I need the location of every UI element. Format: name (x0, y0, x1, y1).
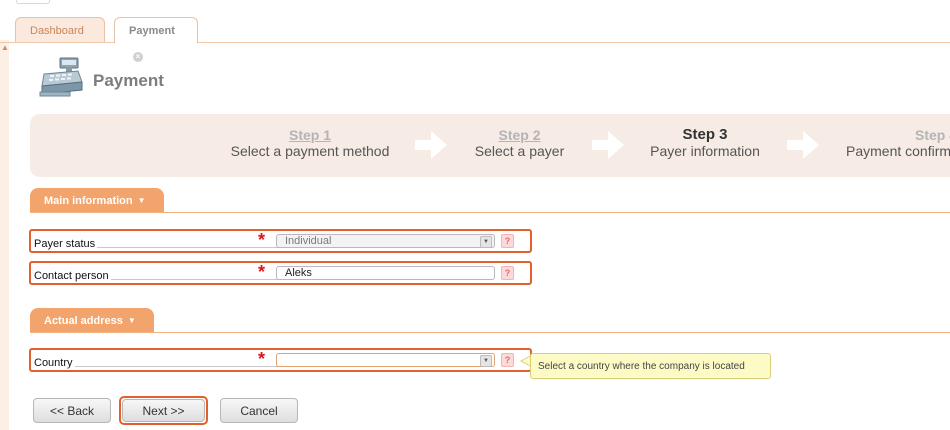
tab-dashboard[interactable]: Dashboard (15, 17, 105, 42)
required-marker: * (258, 349, 266, 369)
label-leader (75, 366, 281, 367)
step-2-desc: Select a payer (474, 143, 565, 159)
dropdown-arrow-icon: ▼ (127, 316, 136, 325)
page-title: Payment (93, 71, 164, 90)
country-label: Country (34, 357, 75, 369)
step-1[interactable]: Step 1 Select a payment method (225, 127, 395, 159)
chevron-down-icon[interactable]: ▼ (480, 236, 492, 248)
step-4-desc: Payment confirm (846, 143, 950, 159)
tab-bar: Dashboard Payment × (0, 0, 950, 63)
help-icon[interactable]: ? (501, 234, 514, 248)
label-leader (107, 279, 281, 280)
contact-person-label: Contact person (34, 270, 111, 282)
step-3-title: Step 3 (682, 126, 728, 143)
required-marker: * (258, 262, 266, 282)
section-address-label: Actual address (44, 315, 123, 327)
country-row: Country * ▼ ? (29, 348, 532, 372)
section-actual-address[interactable]: Actual address ▼ (30, 308, 154, 333)
payer-status-label: Payer status (34, 238, 98, 250)
next-button[interactable]: Next >> (122, 399, 205, 422)
payer-status-select[interactable]: Individual ▼ (276, 234, 495, 248)
step-3-desc: Payer information (650, 143, 760, 159)
contact-person-row: Contact person * Aleks ? (29, 261, 532, 285)
left-rail: ▲ (0, 40, 9, 430)
dropdown-arrow-icon: ▼ (137, 196, 146, 205)
step-4: Step 4 Payment confirm (846, 127, 950, 159)
help-icon[interactable]: ? (501, 353, 514, 367)
country-tooltip: Select a country where the company is lo… (530, 353, 771, 379)
payer-status-value: Individual (285, 235, 332, 247)
step-2[interactable]: Step 2 Select a payer (468, 127, 571, 159)
arrow-right-icon (787, 131, 819, 159)
step-1-desc: Select a payment method (230, 143, 390, 159)
section-divider (30, 332, 950, 333)
section-main-label: Main information (44, 195, 133, 207)
tab-payment-label: Payment (129, 25, 175, 37)
contact-person-input[interactable]: Aleks (276, 266, 495, 280)
cash-register-icon (39, 57, 83, 97)
step-1-title[interactable]: Step 1 (225, 127, 395, 143)
collapse-caret-icon[interactable]: ▲ (1, 44, 9, 52)
back-button[interactable]: << Back (33, 398, 111, 423)
step-3: Step 3 Payer information (645, 126, 765, 160)
chevron-down-icon[interactable]: ▼ (480, 355, 492, 367)
step-2-title[interactable]: Step 2 (468, 127, 571, 143)
arrow-right-icon (415, 131, 447, 159)
step-4-title: Step 4 (914, 127, 950, 143)
contact-person-value: Aleks (285, 267, 312, 279)
section-main-information[interactable]: Main information ▼ (30, 188, 164, 213)
tab-payment[interactable]: Payment × (114, 17, 198, 63)
tab-dashboard-label: Dashboard (30, 25, 84, 37)
required-marker: * (258, 230, 266, 250)
cancel-button[interactable]: Cancel (220, 398, 298, 423)
close-icon[interactable]: × (133, 52, 143, 63)
arrow-right-icon (592, 131, 624, 159)
label-leader (91, 247, 281, 248)
top-toolbar-edge (16, 0, 50, 4)
help-icon[interactable]: ? (501, 266, 514, 280)
country-select[interactable]: ▼ (276, 353, 495, 367)
section-divider (30, 212, 950, 213)
payer-status-row: Payer status * Individual ▼ ? (29, 229, 532, 253)
